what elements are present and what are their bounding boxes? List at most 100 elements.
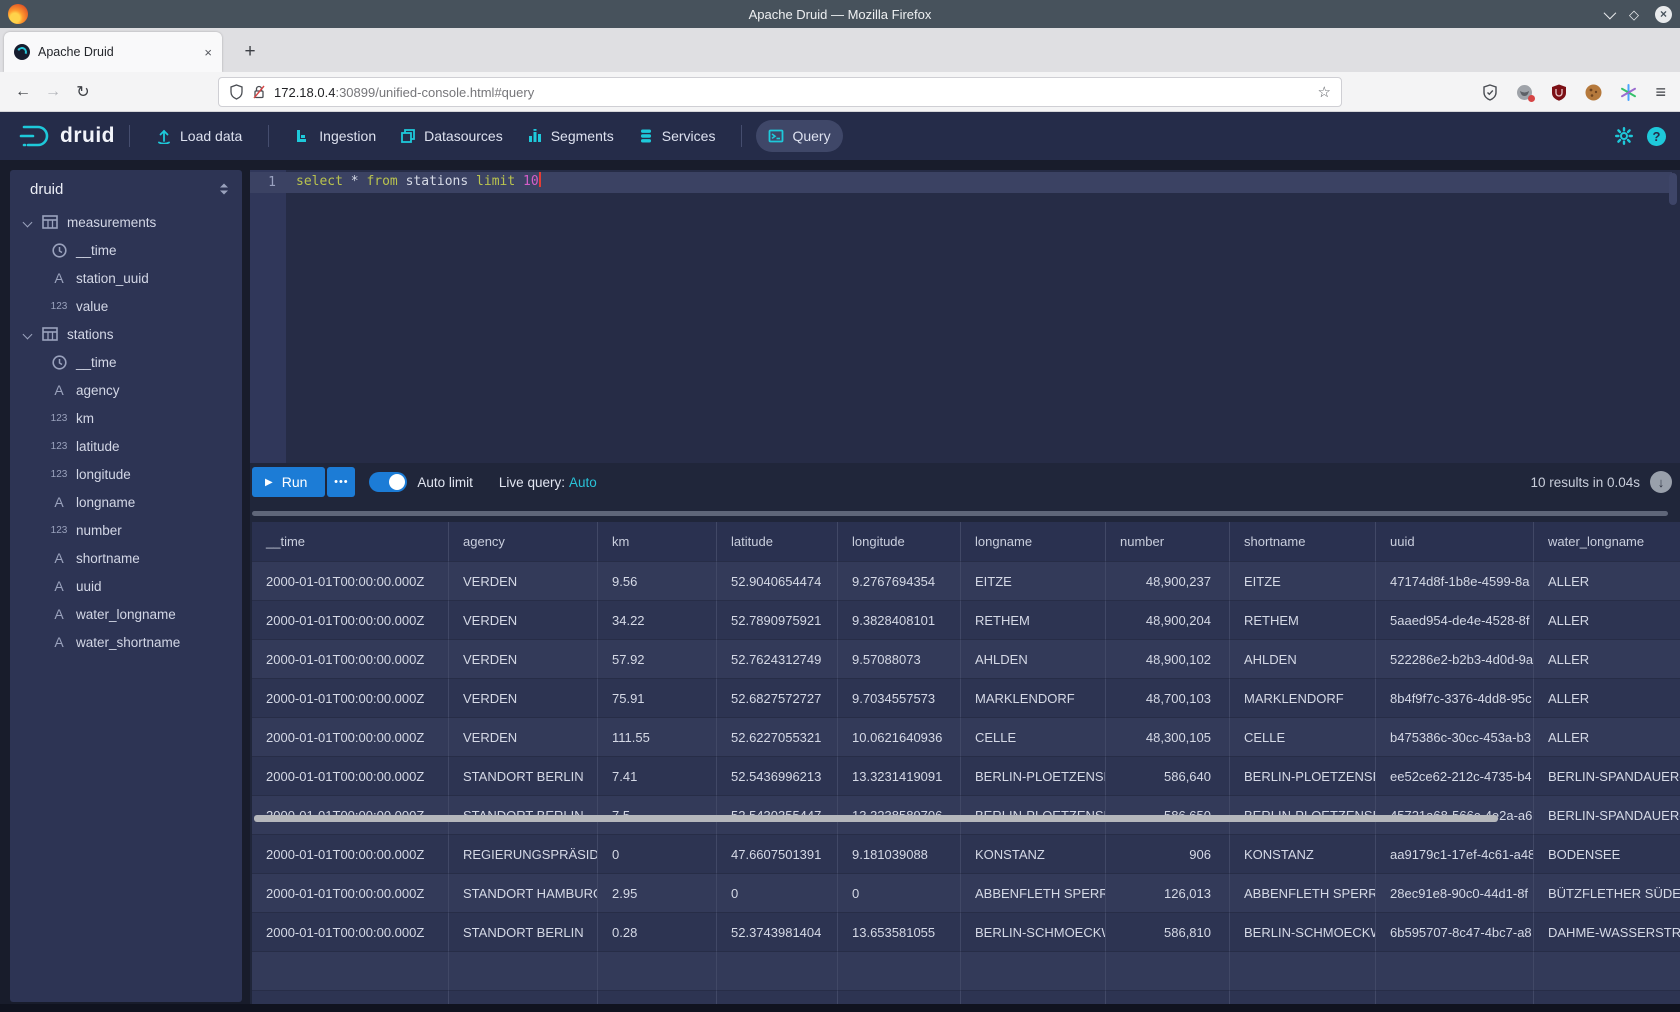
cell-agency[interactable]: VERDEN — [449, 640, 598, 679]
cell-agency[interactable]: VERDEN — [449, 562, 598, 601]
schema-selector[interactable]: druid — [10, 170, 242, 208]
nav-segments[interactable]: Segments — [515, 120, 626, 152]
tab-close-icon[interactable]: × — [204, 45, 212, 60]
nav-services[interactable]: Services — [626, 120, 728, 152]
splitter-handle[interactable] — [252, 511, 1668, 516]
forward-button[interactable]: → — [38, 83, 68, 101]
cell-__time[interactable]: 2000-01-01T00:00:00.000Z — [252, 562, 449, 601]
column-header-water_longname[interactable]: water_longname — [1534, 522, 1680, 562]
column-header-number[interactable]: number — [1106, 522, 1230, 562]
cell-uuid[interactable]: 6b595707-8c47-4bc7-a8 — [1376, 913, 1534, 952]
horizontal-scrollbar-thumb[interactable] — [254, 815, 1498, 822]
cell-water_longname[interactable]: ALLER — [1534, 640, 1680, 679]
nav-query[interactable]: Query — [756, 120, 842, 152]
cell-agency[interactable]: REGIERUNGSPRÄSIDIUM — [449, 835, 598, 874]
chevron-down-icon[interactable] — [23, 329, 33, 339]
cell-uuid[interactable]: 5aaed954-de4e-4528-8f — [1376, 601, 1534, 640]
nav-load-data[interactable]: Load data — [144, 120, 254, 152]
cell-shortname[interactable]: KONSTANZ — [1230, 835, 1376, 874]
horizontal-scrollbar[interactable] — [252, 813, 1676, 824]
cell-__time[interactable]: 2000-01-01T00:00:00.000Z — [252, 679, 449, 718]
live-query-value[interactable]: Auto — [569, 475, 597, 490]
cell-longitude[interactable]: 9.57088073 — [838, 640, 961, 679]
cell-shortname[interactable]: ABBENFLETH SPERRWER — [1230, 874, 1376, 913]
cell-number[interactable]: 586,810 — [1106, 913, 1230, 952]
snowflake-extension-icon[interactable] — [1620, 84, 1637, 101]
tree-table-measurements[interactable]: measurements — [10, 208, 242, 236]
cell-latitude[interactable]: 47.6607501391 — [717, 835, 838, 874]
cell-shortname[interactable]: AHLDEN — [1230, 640, 1376, 679]
cell-shortname[interactable]: MARKLENDORF — [1230, 679, 1376, 718]
cell-agency[interactable]: VERDEN — [449, 679, 598, 718]
cell-longname[interactable]: EITZE — [961, 562, 1106, 601]
cell-uuid[interactable]: 47174d8f-1b8e-4599-8a — [1376, 562, 1534, 601]
cell-number[interactable]: 48,900,102 — [1106, 640, 1230, 679]
nav-ingestion[interactable]: Ingestion — [283, 120, 388, 152]
cell-km[interactable]: 34.22 — [598, 601, 717, 640]
cell-agency[interactable]: STANDORT HAMBURG — [449, 874, 598, 913]
cell-longname[interactable]: BERLIN-PLOETZENSEE O — [961, 757, 1106, 796]
tree-column-km[interactable]: 123km — [10, 404, 242, 432]
column-header-agency[interactable]: agency — [449, 522, 598, 562]
cell-agency[interactable]: STANDORT BERLIN — [449, 757, 598, 796]
cell-longitude[interactable]: 9.181039088 — [838, 835, 961, 874]
cell-number[interactable]: 126,013 — [1106, 874, 1230, 913]
cell-number[interactable]: 48,900,237 — [1106, 562, 1230, 601]
new-tab-button[interactable]: + — [236, 38, 264, 66]
cell-__time[interactable]: 2000-01-01T00:00:00.000Z — [252, 640, 449, 679]
run-button[interactable]: ▶ Run — [252, 467, 325, 497]
cell-uuid[interactable]: 522286e2-b2b3-4d0d-9a — [1376, 640, 1534, 679]
cell-shortname[interactable]: RETHEM — [1230, 601, 1376, 640]
cell-longitude[interactable]: 10.0621640936 — [838, 718, 961, 757]
cell-__time[interactable]: 2000-01-01T00:00:00.000Z — [252, 718, 449, 757]
cell-agency[interactable]: STANDORT BERLIN — [449, 913, 598, 952]
cell-latitude[interactable]: 52.9040654474 — [717, 562, 838, 601]
cell-shortname[interactable]: CELLE — [1230, 718, 1376, 757]
editor-scrollbar[interactable] — [1669, 173, 1677, 205]
cell-number[interactable]: 48,700,103 — [1106, 679, 1230, 718]
tree-column-uuid[interactable]: Auuid — [10, 572, 242, 600]
window-close-icon[interactable]: × — [1655, 6, 1672, 23]
auto-limit-toggle[interactable] — [369, 472, 407, 492]
cell-number[interactable]: 48,900,204 — [1106, 601, 1230, 640]
column-header-latitude[interactable]: latitude — [717, 522, 838, 562]
bookmark-star-icon[interactable]: ☆ — [1318, 83, 1331, 101]
column-header-__time[interactable]: __time — [252, 522, 449, 562]
cell-uuid[interactable]: aa9179c1-17ef-4c61-a48 — [1376, 835, 1534, 874]
menu-button[interactable]: ≡ — [1655, 82, 1666, 103]
insecure-lock-icon[interactable] — [252, 84, 266, 100]
cell-number[interactable]: 906 — [1106, 835, 1230, 874]
tree-column-longname[interactable]: Alongname — [10, 488, 242, 516]
cell-longitude[interactable]: 13.653581055 — [838, 913, 961, 952]
cell-longname[interactable]: CELLE — [961, 718, 1106, 757]
column-header-longname[interactable]: longname — [961, 522, 1106, 562]
extension-shield-icon[interactable] — [1482, 84, 1498, 101]
run-more-button[interactable]: ••• — [327, 467, 355, 497]
cell-km[interactable]: 0.28 — [598, 913, 717, 952]
window-maximize-icon[interactable]: ◇ — [1629, 8, 1639, 21]
tree-column-latitude[interactable]: 123latitude — [10, 432, 242, 460]
ublock-origin-icon[interactable] — [1551, 84, 1567, 101]
url-bar[interactable]: 172.18.0.4:30899/unified-console.html#qu… — [218, 77, 1342, 107]
cell-agency[interactable]: VERDEN — [449, 718, 598, 757]
cell-__time[interactable]: 2000-01-01T00:00:00.000Z — [252, 913, 449, 952]
tree-table-stations[interactable]: stations — [10, 320, 242, 348]
cell-shortname[interactable]: BERLIN-PLOETZENSEE O — [1230, 757, 1376, 796]
cell-km[interactable]: 7.41 — [598, 757, 717, 796]
sql-editor[interactable]: 1 select * from stations limit 10 — [250, 170, 1680, 463]
cell-__time[interactable]: 2000-01-01T00:00:00.000Z — [252, 835, 449, 874]
cell-longitude[interactable]: 0 — [838, 874, 961, 913]
tree-column-water_longname[interactable]: Awater_longname — [10, 600, 242, 628]
cell-water_longname[interactable]: BÜTZFLETHER SÜDERE — [1534, 874, 1680, 913]
tree-column-agency[interactable]: Aagency — [10, 376, 242, 404]
reload-button[interactable]: ↻ — [68, 82, 98, 102]
cell-shortname[interactable]: EITZE — [1230, 562, 1376, 601]
cell-latitude[interactable]: 52.7624312749 — [717, 640, 838, 679]
cell-__time[interactable]: 2000-01-01T00:00:00.000Z — [252, 757, 449, 796]
tree-column-shortname[interactable]: Ashortname — [10, 544, 242, 572]
tree-column-value[interactable]: 123value — [10, 292, 242, 320]
cell-longname[interactable]: ABBENFLETH SPERRWER — [961, 874, 1106, 913]
download-icon[interactable]: ↓ — [1650, 471, 1672, 493]
cell-longitude[interactable]: 9.3828408101 — [838, 601, 961, 640]
column-header-km[interactable]: km — [598, 522, 717, 562]
